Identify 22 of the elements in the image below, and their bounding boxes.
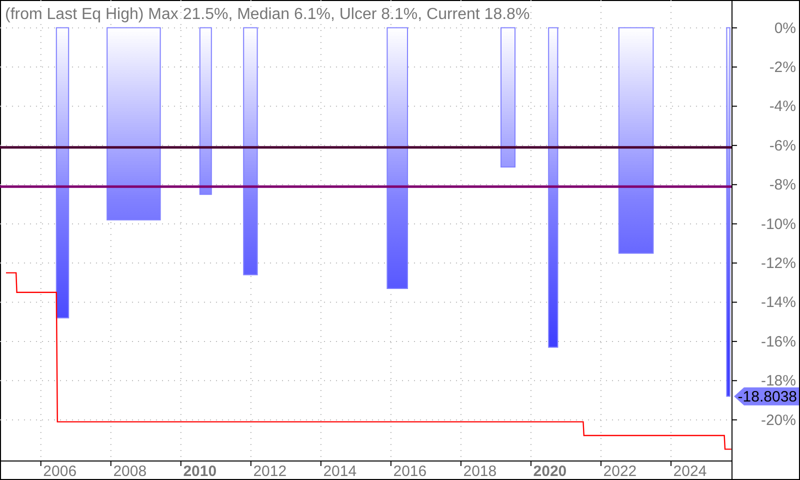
axis-label: 2006: [43, 463, 77, 480]
axis-label: 2018: [463, 463, 497, 480]
axis-label: 2012: [253, 463, 287, 480]
axis-label: -10%: [760, 216, 796, 233]
axis-label: 2008: [113, 463, 147, 480]
axis-label: -8%: [769, 176, 796, 194]
axis-label: -4%: [769, 98, 796, 116]
axis-label: 2020: [533, 463, 567, 480]
axis-label: 2024: [673, 463, 707, 480]
axis-label: -2%: [769, 59, 796, 76]
axis-label: -12%: [760, 255, 796, 272]
axis-label: 2010: [183, 463, 217, 480]
axis-label: 0%: [774, 20, 796, 37]
axis-label: -16%: [760, 333, 796, 350]
axis-label: -14%: [760, 294, 796, 312]
axis-label: 2016: [393, 463, 427, 480]
axis-label: 2014: [323, 463, 357, 480]
axis-label: -20%: [760, 412, 796, 429]
axis-label: 2022: [603, 463, 637, 480]
chart-title: (from Last Eq High) Max 21.5%, Median 6.1%, Ulcer 8.1%, Current 18.8%: [5, 6, 530, 23]
axis-label: -6%: [769, 137, 796, 154]
axis-label: -18%: [760, 372, 796, 390]
